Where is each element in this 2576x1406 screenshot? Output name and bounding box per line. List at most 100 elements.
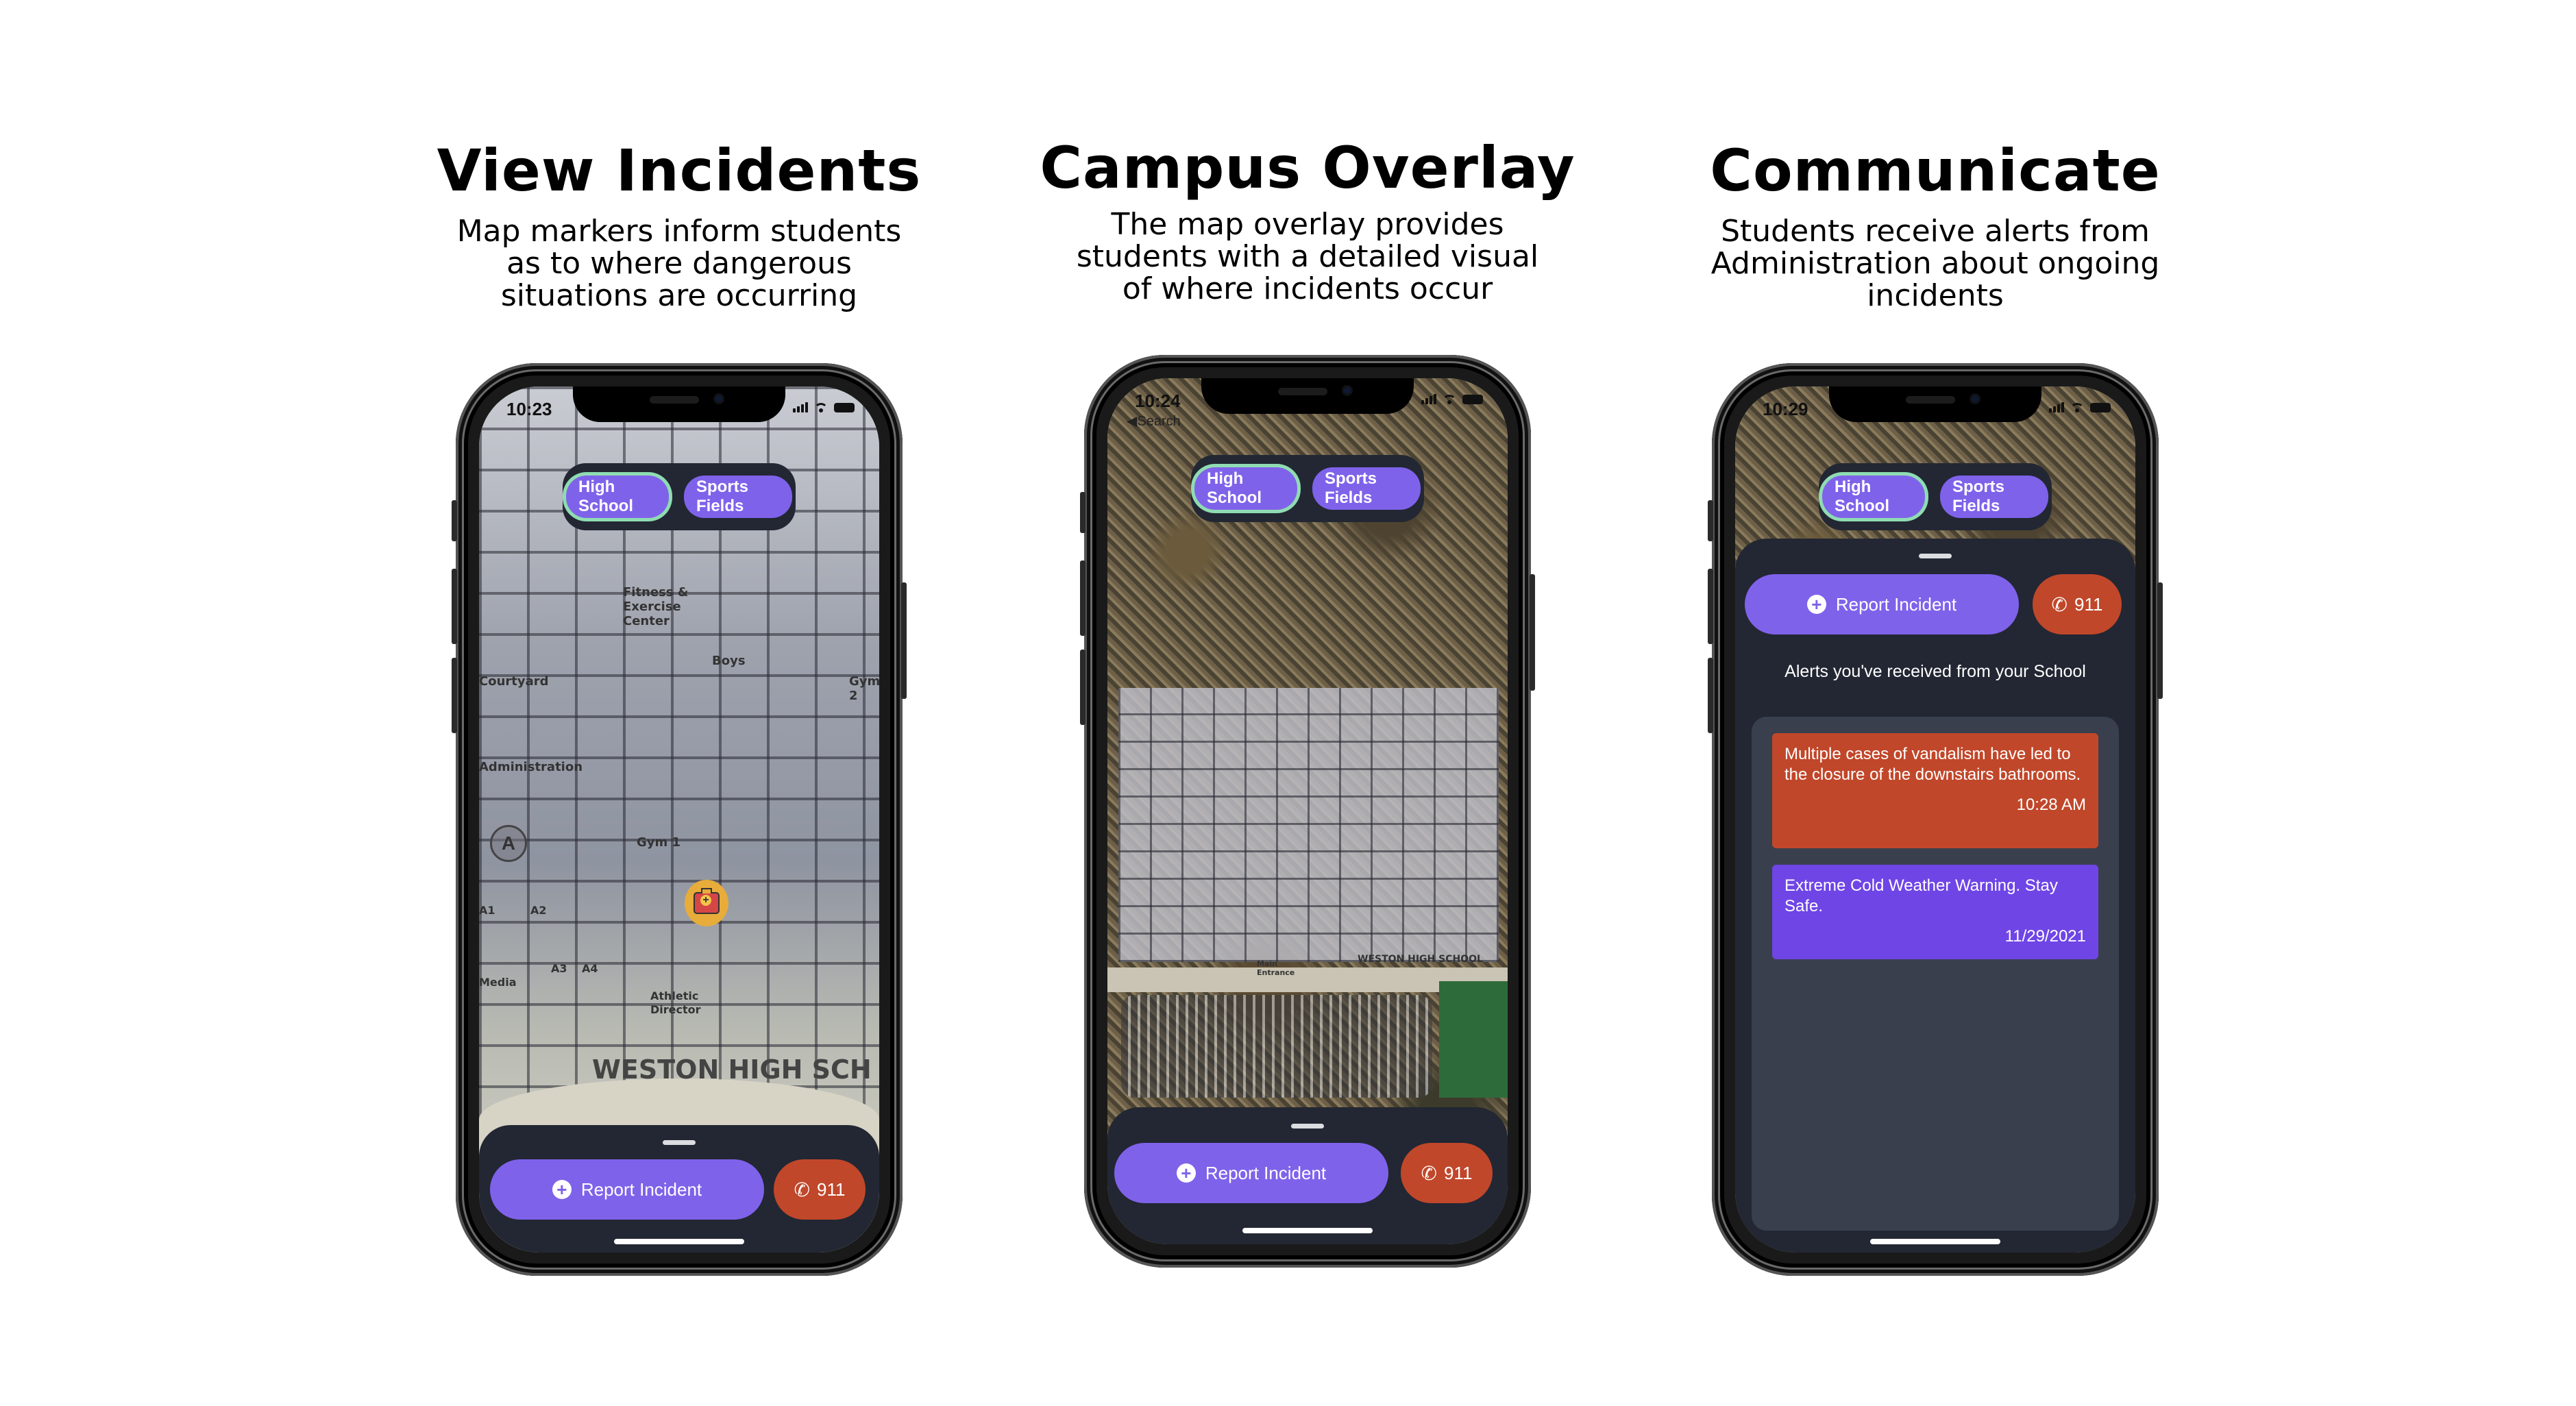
signal-icon — [793, 402, 808, 412]
feature-description-line: as to where dangerous — [506, 246, 852, 281]
report-incident-label: Report Incident — [1205, 1162, 1327, 1183]
feature-description-line: of where incidents occur — [1122, 271, 1493, 306]
alert-message: Multiple cases of vandalism have led to … — [1784, 745, 2081, 784]
app-screen: 10:29 High School Sports Fields + Report… — [1735, 386, 2135, 1253]
sheet-grabber[interactable] — [1919, 554, 1952, 558]
map-label: Administration — [479, 760, 583, 774]
campus-selector: High School Sports Fields — [563, 463, 796, 530]
campus-selector: High School Sports Fields — [1191, 455, 1424, 522]
call-911-button[interactable]: ✆ 911 — [2033, 574, 2122, 634]
plus-circle-icon: + — [552, 1180, 572, 1199]
back-to-search-link[interactable]: ◀Search — [1127, 412, 1181, 430]
volume-up-button — [1080, 560, 1085, 636]
phone-notch — [1201, 378, 1414, 414]
alerts-list[interactable]: Multiple cases of vandalism have led to … — [1752, 717, 2119, 1231]
phone-icon: ✆ — [2051, 593, 2068, 615]
map-label: Fitness & Exercise Center — [623, 585, 689, 628]
report-incident-button[interactable]: + Report Incident — [490, 1159, 764, 1220]
feature-description-line: students with a detailed visual — [1076, 239, 1539, 274]
battery-icon — [2090, 403, 2111, 412]
alert-item[interactable]: Multiple cases of vandalism have led to … — [1772, 733, 2098, 848]
back-label: Search — [1137, 414, 1181, 429]
phone-icon: ✆ — [794, 1179, 810, 1200]
first-aid-kit-icon — [694, 888, 720, 914]
alert-time: 10:28 AM — [2016, 796, 2086, 814]
feature-description-line: Map markers inform students — [456, 214, 902, 249]
phone-icon: ✆ — [1421, 1162, 1437, 1184]
call-911-button[interactable]: ✆ 911 — [774, 1159, 866, 1220]
status-icons — [1421, 393, 1483, 404]
feature-description-line: incidents — [1867, 278, 2004, 313]
action-sheet: + Report Incident ✆ 911 — [479, 1125, 879, 1253]
wifi-icon — [1442, 393, 1457, 404]
feature-description-line: Administration about ongoing — [1710, 246, 2160, 281]
parking-lot — [1121, 995, 1432, 1098]
tab-sports-fields[interactable]: Sports Fields — [1312, 467, 1421, 510]
status-icons — [793, 402, 855, 412]
volume-down-button — [1708, 658, 1713, 733]
wifi-icon — [813, 402, 829, 412]
tab-sports-fields[interactable]: Sports Fields — [1940, 476, 2048, 518]
phone-notch — [1829, 386, 2041, 422]
call-911-label: 911 — [2074, 593, 2103, 615]
tab-high-school[interactable]: High School — [1194, 467, 1297, 510]
feature-title: View Incidents — [437, 137, 922, 204]
phone-notch — [573, 386, 785, 422]
sheet-grabber[interactable] — [663, 1140, 696, 1145]
call-911-button[interactable]: ✆ 911 — [1401, 1143, 1493, 1203]
map-label: A1 — [479, 904, 495, 917]
volume-up-button — [452, 569, 457, 644]
phone-mockup-communicate: 10:29 High School Sports Fields + Report… — [1708, 363, 2163, 1276]
feature-description-line: Students receive alerts from — [1721, 214, 2150, 249]
alert-message: Extreme Cold Weather Warning. Stay Safe. — [1784, 876, 2058, 915]
app-screen: WESTON HIGH SCHOOL Main Entrance 10:24 ◀… — [1107, 378, 1508, 1244]
report-incident-button[interactable]: + Report Incident — [1745, 574, 2019, 634]
sheet-grabber[interactable] — [1291, 1124, 1324, 1128]
map-label: A4 — [582, 962, 598, 975]
plus-circle-icon: + — [1176, 1163, 1196, 1183]
alerts-sheet: + Report Incident ✆ 911 Alerts you've re… — [1735, 539, 2135, 1253]
tab-high-school[interactable]: High School — [1822, 476, 1925, 518]
feature-description-line: The map overlay provides — [1111, 207, 1504, 242]
report-incident-label: Report Incident — [1835, 593, 1957, 615]
signal-icon — [1421, 394, 1436, 404]
volume-down-button — [452, 658, 457, 733]
building-a-marker[interactable]: A — [490, 825, 527, 862]
feature-title: Communicate — [1710, 137, 2161, 204]
map-label: Courtyard — [479, 674, 549, 689]
volume-down-button — [1080, 650, 1085, 725]
campus-selector: High School Sports Fields — [1819, 463, 2052, 530]
power-button — [2157, 582, 2163, 699]
report-incident-label: Report Incident — [580, 1179, 702, 1200]
status-time: 10:23 — [506, 399, 552, 419]
sports-field — [1439, 981, 1508, 1098]
map-label: A3 — [551, 962, 567, 975]
report-incident-button[interactable]: + Report Incident — [1114, 1143, 1388, 1203]
status-time: 10:24 — [1135, 391, 1181, 411]
tab-high-school[interactable]: High School — [566, 476, 669, 518]
home-indicator[interactable] — [1242, 1228, 1373, 1233]
battery-icon — [1462, 395, 1483, 404]
alert-item[interactable]: Extreme Cold Weather Warning. Stay Safe.… — [1772, 865, 2098, 959]
power-button — [901, 582, 907, 699]
phone-mockup-campus-overlay: WESTON HIGH SCHOOL Main Entrance 10:24 ◀… — [1080, 355, 1535, 1268]
app-screen: Fitness & Exercise Center Boys Gym 2 Cou… — [479, 386, 879, 1253]
battery-icon — [834, 403, 855, 412]
map-label: Main Entrance — [1257, 959, 1295, 977]
home-indicator[interactable] — [1870, 1239, 2000, 1244]
side-button — [1708, 500, 1713, 541]
home-indicator[interactable] — [614, 1239, 744, 1244]
incident-marker[interactable] — [685, 880, 728, 926]
campus-overlay-floorplan[interactable] — [1118, 688, 1499, 962]
wifi-icon — [2070, 402, 2085, 412]
alerts-heading: Alerts you've received from your School — [1784, 662, 2086, 681]
side-button — [452, 500, 457, 541]
tab-sports-fields[interactable]: Sports Fields — [684, 476, 792, 518]
volume-up-button — [1708, 569, 1713, 644]
status-icons — [2049, 402, 2111, 412]
action-sheet: + Report Incident ✆ 911 — [1107, 1107, 1508, 1244]
signal-icon — [2049, 402, 2064, 412]
map-label: A2 — [530, 904, 547, 917]
side-button — [1080, 492, 1085, 533]
map-label: Gym 2 — [849, 674, 879, 703]
